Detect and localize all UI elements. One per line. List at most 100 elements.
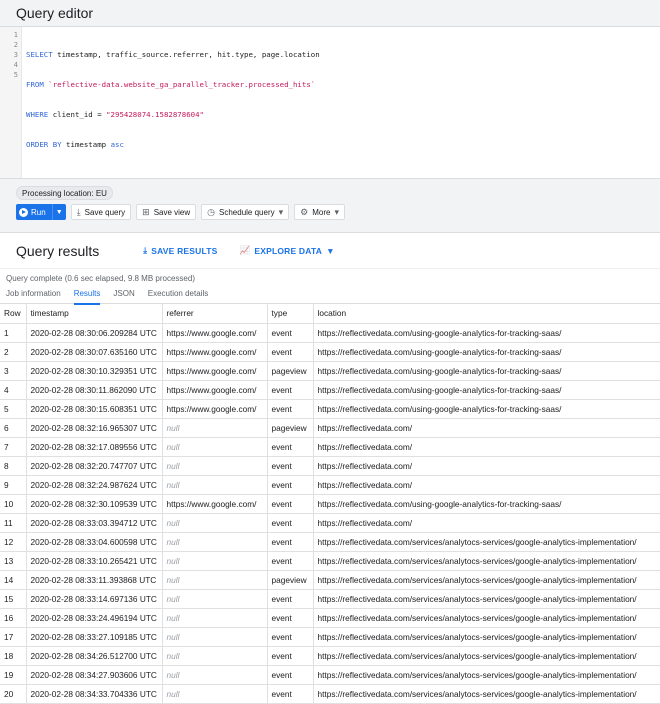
cell-type: event: [267, 380, 314, 400]
cell-row-number: 10: [0, 494, 27, 514]
cell-referrer: null: [162, 418, 268, 438]
cell-referrer: https://www.google.com/: [162, 380, 268, 400]
cell-type: event: [267, 532, 314, 552]
cell-timestamp: 2020-02-28 08:33:24.496194 UTC: [26, 608, 163, 628]
query-status: Query complete (0.6 sec elapsed, 9.8 MB …: [6, 274, 195, 283]
table-row: 13 2020-02-28 08:33:10.265421 UTC null even…: [0, 551, 660, 571]
table-row: 16 2020-02-28 08:33:24.496194 UTC null even…: [0, 608, 660, 628]
clock-icon: ◷: [207, 206, 216, 217]
results-header: Query results ⤓ SAVE RESULTS 📈 EXPLORE D…: [0, 233, 660, 269]
cell-location: https://reflectivedata.com/services/anal…: [313, 627, 660, 647]
cell-row-number: 8: [0, 456, 27, 476]
cell-type: event: [267, 323, 314, 343]
tab-execution-details[interactable]: Execution details: [148, 288, 208, 304]
cell-location: https://reflectivedata.com/using-google-…: [313, 323, 660, 343]
sql-text: client_id =: [48, 110, 107, 119]
caret-down-icon: ▼: [55, 208, 63, 216]
code-line-1: SELECT timestamp, traffic_source.referre…: [26, 50, 320, 60]
cell-row-number: 11: [0, 513, 27, 533]
grid-icon: ⊞: [142, 206, 150, 217]
line-number: 2: [13, 41, 18, 49]
download-icon: ⤓: [76, 206, 81, 217]
cell-referrer: null: [162, 665, 268, 685]
cell-type: event: [267, 437, 314, 457]
processing-location-chip[interactable]: Processing location: EU: [16, 186, 113, 200]
cell-row-number: 7: [0, 437, 27, 457]
cell-referrer: null: [162, 570, 268, 590]
schedule-query-button[interactable]: ◷ Schedule query ▾: [201, 204, 290, 220]
explore-data-button[interactable]: 📈 EXPLORE DATA ▼: [240, 245, 335, 256]
tab-json[interactable]: JSON: [113, 288, 134, 304]
table-row: 18 2020-02-28 08:34:26.512700 UTC null even…: [0, 646, 660, 666]
cell-row-number: 9: [0, 475, 27, 495]
chart-icon: 📈: [239, 245, 251, 255]
cell-timestamp: 2020-02-28 08:32:24.987624 UTC: [26, 475, 163, 495]
table-row: 20 2020-02-28 08:34:33.704336 UTC null even…: [0, 684, 660, 704]
cell-timestamp: 2020-02-28 08:30:06.209284 UTC: [26, 323, 163, 343]
download-icon: ⤓: [143, 245, 148, 255]
column-header-location: location: [313, 304, 660, 324]
caret-down-icon: ▼: [326, 245, 335, 256]
cell-type: event: [267, 665, 314, 685]
save-results-button[interactable]: ⤓ SAVE RESULTS: [143, 245, 217, 256]
cell-timestamp: 2020-02-28 08:32:30.109539 UTC: [26, 494, 163, 514]
cell-type: event: [267, 513, 314, 533]
run-options-dropdown[interactable]: ▼: [51, 204, 66, 220]
sql-string: "295428074.1582878604": [106, 110, 204, 119]
cell-row-number: 6: [0, 418, 27, 438]
editor-title: Query editor: [16, 5, 94, 21]
explore-data-label: EXPLORE DATA: [254, 245, 323, 256]
sql-keyword: SELECT: [26, 50, 53, 59]
save-view-button[interactable]: ⊞ Save view: [136, 204, 197, 220]
cell-type: event: [267, 475, 314, 495]
cell-row-number: 17: [0, 627, 27, 647]
tab-results[interactable]: Results: [73, 288, 100, 305]
sql-keyword: WHERE: [26, 110, 49, 119]
cell-type: event: [267, 646, 314, 666]
cell-timestamp: 2020-02-28 08:33:14.697136 UTC: [26, 589, 163, 609]
table-row: 1 2020-02-28 08:30:06.209284 UTC https://w…: [0, 323, 660, 343]
column-header-row: Row: [0, 304, 27, 324]
cell-location: https://reflectivedata.com/services/anal…: [313, 551, 660, 571]
cell-timestamp: 2020-02-28 08:32:16.965307 UTC: [26, 418, 163, 438]
cell-row-number: 5: [0, 399, 27, 419]
more-label: More: [312, 207, 331, 217]
results-title: Query results: [16, 242, 100, 259]
run-button[interactable]: Run: [16, 204, 52, 220]
table-row: 3 2020-02-28 08:30:10.329351 UTC https://w…: [0, 361, 660, 381]
run-split-button: Run ▼: [16, 204, 66, 220]
cell-row-number: 4: [0, 380, 27, 400]
cell-location: https://reflectivedata.com/using-google-…: [313, 399, 660, 419]
sql-text: timestamp: [61, 140, 111, 149]
column-header-timestamp: timestamp: [26, 304, 163, 324]
play-icon: [19, 207, 28, 217]
more-button[interactable]: ⚙ More ▾: [294, 204, 345, 220]
cell-timestamp: 2020-02-28 08:33:10.265421 UTC: [26, 551, 163, 571]
sql-editor[interactable]: 1 2 3 4 5 SELECT timestamp, traffic_sour…: [0, 27, 660, 179]
sql-code[interactable]: SELECT timestamp, traffic_source.referre…: [22, 27, 320, 178]
cell-location: https://reflectivedata.com/services/anal…: [313, 665, 660, 685]
cell-row-number: 20: [0, 684, 27, 704]
cell-location: https://reflectivedata.com/: [313, 418, 660, 438]
table-row: 12 2020-02-28 08:33:04.600598 UTC null even…: [0, 532, 660, 552]
table-row: 5 2020-02-28 08:30:15.608351 UTC https://w…: [0, 399, 660, 419]
save-results-label: SAVE RESULTS: [151, 245, 218, 256]
editor-footer: Processing location: EU Run ▼ ⤓ Save que…: [0, 179, 660, 233]
save-query-button[interactable]: ⤓ Save query: [70, 204, 132, 220]
sql-text: timestamp, traffic_source.referrer, hit.…: [52, 50, 320, 59]
run-label: Run: [31, 207, 46, 217]
cell-referrer: null: [162, 608, 268, 628]
line-number: 5: [13, 71, 18, 79]
cell-type: pageview: [267, 418, 314, 438]
cell-referrer: null: [162, 475, 268, 495]
cell-referrer: https://www.google.com/: [162, 361, 268, 381]
line-number-gutter: 1 2 3 4 5: [0, 27, 22, 178]
tab-job-information[interactable]: Job information: [6, 288, 61, 304]
cell-timestamp: 2020-02-28 08:33:11.393868 UTC: [26, 570, 163, 590]
cell-row-number: 18: [0, 646, 27, 666]
cell-row-number: 12: [0, 532, 27, 552]
sql-table-name: `reflective-data.website_ga_parallel_tra…: [43, 80, 316, 89]
cell-timestamp: 2020-02-28 08:30:10.329351 UTC: [26, 361, 163, 381]
cell-location: https://reflectivedata.com/: [313, 513, 660, 533]
